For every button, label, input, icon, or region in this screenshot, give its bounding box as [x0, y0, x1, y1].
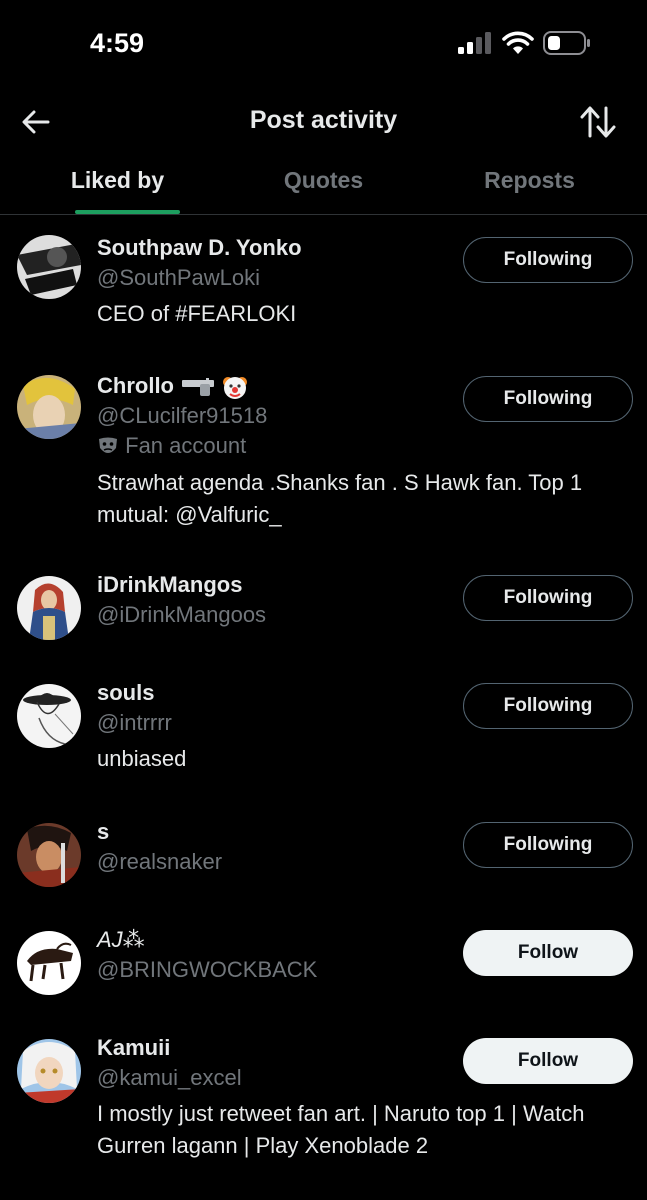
user-bio: CEO of #FEARLOKI: [97, 301, 297, 326]
cellular-signal-icon: [458, 32, 491, 54]
user-handle: @kamui_excel: [97, 1065, 242, 1090]
user-bio: unbiased: [97, 746, 187, 771]
avatar[interactable]: [17, 235, 81, 299]
user-name: Kamuii: [97, 1035, 171, 1060]
avatar[interactable]: [17, 931, 81, 995]
user-name: iDrinkMangos: [97, 572, 243, 597]
following-button[interactable]: Following: [463, 683, 633, 729]
fan-account-label: Fan account: [97, 433, 246, 459]
active-tab-indicator: [75, 210, 180, 214]
sort-icon[interactable]: [578, 104, 618, 140]
user-bio: I mostly just retweet fan art. | Naruto …: [97, 1101, 585, 1158]
page-title: Post activity: [249, 106, 398, 134]
avatar[interactable]: [17, 1039, 81, 1103]
user-handle: @BRINGWOCKBACK: [97, 957, 318, 982]
user-handle: @CLucilfer91518: [97, 403, 268, 428]
wifi-icon: [502, 31, 534, 54]
clown-emoji-icon: [223, 377, 248, 400]
tab-liked-by[interactable]: Liked by: [10, 152, 225, 214]
masks-icon: [99, 437, 117, 454]
tab-label: Liked by: [70, 167, 165, 193]
user-name: souls: [97, 680, 155, 705]
user-handle: @intrrrr: [97, 710, 172, 735]
avatar[interactable]: [17, 684, 81, 748]
follow-button[interactable]: Follow: [463, 1038, 633, 1084]
following-button[interactable]: Following: [463, 237, 633, 283]
follow-button[interactable]: Follow: [463, 930, 633, 976]
top-bar: Post activity: [0, 92, 647, 152]
user-bio: Strawhat agenda .Shanks fan . S Hawk fan…: [97, 470, 583, 527]
user-name: Chrollo: [97, 373, 174, 398]
tab-label: Reposts: [484, 167, 575, 193]
battery-icon: [543, 31, 590, 55]
tab-quotes[interactable]: Quotes: [216, 152, 431, 214]
status-time: 4:59: [90, 28, 145, 58]
tab-reposts[interactable]: Reposts: [422, 152, 637, 214]
user-handle: @iDrinkMangoos: [97, 602, 267, 627]
user-handle: @realsnaker: [97, 849, 223, 874]
following-button[interactable]: Following: [463, 575, 633, 621]
avatar[interactable]: [17, 576, 81, 640]
user-name: AJ⁂: [97, 927, 145, 952]
avatar[interactable]: [17, 823, 81, 887]
tab-bar: Liked by Quotes Reposts: [0, 152, 647, 215]
avatar[interactable]: [17, 375, 81, 439]
user-name: s: [97, 819, 110, 844]
user-handle: @SouthPawLoki: [97, 265, 260, 290]
tab-label: Quotes: [283, 167, 364, 193]
user-name: Southpaw D. Yonko: [97, 235, 302, 260]
fan-account-text: Fan account: [125, 433, 247, 458]
following-button[interactable]: Following: [463, 822, 633, 868]
user-name-row: Chrollo: [97, 373, 248, 400]
status-bar: 4:59: [0, 0, 647, 90]
following-button[interactable]: Following: [463, 376, 633, 422]
pistol-emoji-icon: [182, 378, 215, 397]
